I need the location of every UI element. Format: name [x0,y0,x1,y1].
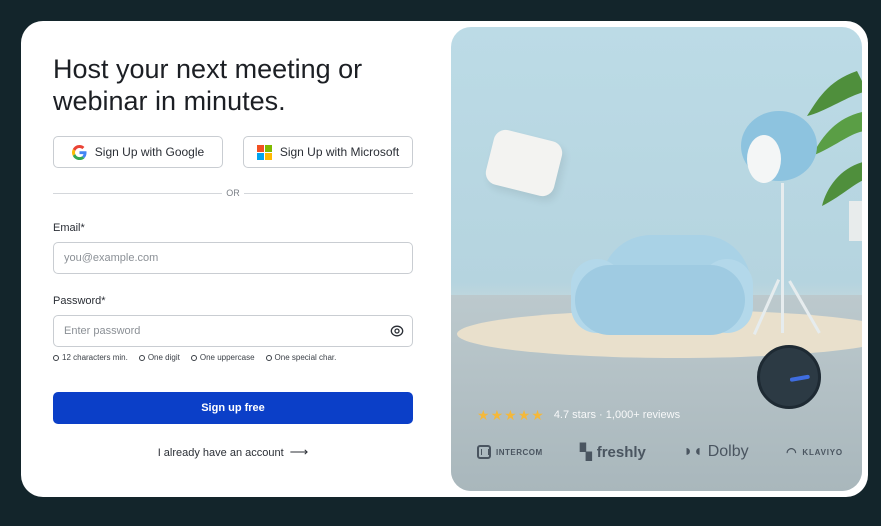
armchair-seat [575,265,745,335]
requirement-circle-icon [53,354,59,361]
google-icon [71,144,87,160]
klaviyo-logo: ◠ KLAVIYO [786,445,843,459]
requirement-text: One special char. [274,353,337,362]
password-field[interactable] [53,315,413,347]
microsoft-signup-label: Sign Up with Microsoft [279,145,400,159]
dolby-icon: ◗◖ [683,443,703,460]
star-icon: ★ [517,407,531,423]
requirement-text: 12 characters min. [62,353,128,362]
customer-logos: INTERCOM ▚ freshly ◗◖ Dolby ◠ KLAVIYO [477,443,843,461]
password-requirements: 12 characters min. One digit One upperca… [53,353,336,362]
spotlight-lens [747,135,781,183]
requirement-item: One special char. [265,353,337,362]
signup-card: Host your next meeting or webinar in min… [21,21,868,497]
star-icon: ★ [490,407,504,423]
star-rating: ★ ★ ★ ★ ★ [477,408,544,422]
requirement-item: One digit [138,353,180,362]
lamp-pole [781,183,784,333]
requirement-item: One uppercase [190,353,255,362]
requirement-circle-icon [190,354,197,361]
requirement-text: One uppercase [199,353,255,362]
intercom-wordmark: INTERCOM [496,447,543,457]
email-field[interactable] [53,242,413,274]
wifi-icon: ◠ [786,445,798,459]
divider-line [243,192,413,194]
requirement-item: 12 characters min. [53,353,128,362]
requirement-circle-icon [138,354,145,361]
freshly-logo: ▚ freshly [580,443,646,462]
requirement-circle-icon [265,354,272,361]
dolby-wordmark: Dolby [707,443,749,460]
half-star-icon: ★ [531,407,544,423]
dolby-logo: ◗◖ Dolby [683,443,748,461]
star-icon: ★ [477,407,490,423]
login-link[interactable]: I already have an account ⟶ [53,444,413,460]
rating-row: ★ ★ ★ ★ ★ 4.7 stars · 1,000+ reviews [477,408,680,422]
clock-icon [757,345,821,409]
arrow-right-icon: ⟶ [289,444,309,459]
login-link-text: I already have an account [157,447,284,459]
page-title: Host your next meeting or webinar in min… [53,54,363,116]
intercom-icon [477,445,491,459]
sign-up-free-button[interactable]: Sign up free [53,392,413,424]
freshly-icon: ▚ [580,444,592,461]
floating-pillow [483,127,565,199]
divider-line [53,192,223,194]
microsoft-icon [256,144,272,160]
google-signup-label: Sign Up with Google [94,145,205,159]
hero-illustration-panel: ★ ★ ★ ★ ★ 4.7 stars · 1,000+ reviews INT… [451,27,862,491]
google-signup-button[interactable]: Sign Up with Google [53,136,223,168]
microsoft-signup-button[interactable]: Sign Up with Microsoft [243,136,413,168]
email-label: Email* [53,222,85,234]
or-divider: OR [53,186,413,200]
klaviyo-wordmark: KLAVIYO [802,447,843,457]
intercom-logo: INTERCOM [477,445,543,459]
divider-text: OR [226,188,240,198]
star-icon: ★ [504,407,517,423]
rating-text: 4.7 stars · 1,000+ reviews [553,409,681,421]
requirement-text: One digit [147,353,180,362]
password-label: Password* [53,295,106,307]
freshly-wordmark: freshly [596,443,646,461]
show-password-eye-icon[interactable] [390,324,404,338]
clock-hand [789,374,811,382]
